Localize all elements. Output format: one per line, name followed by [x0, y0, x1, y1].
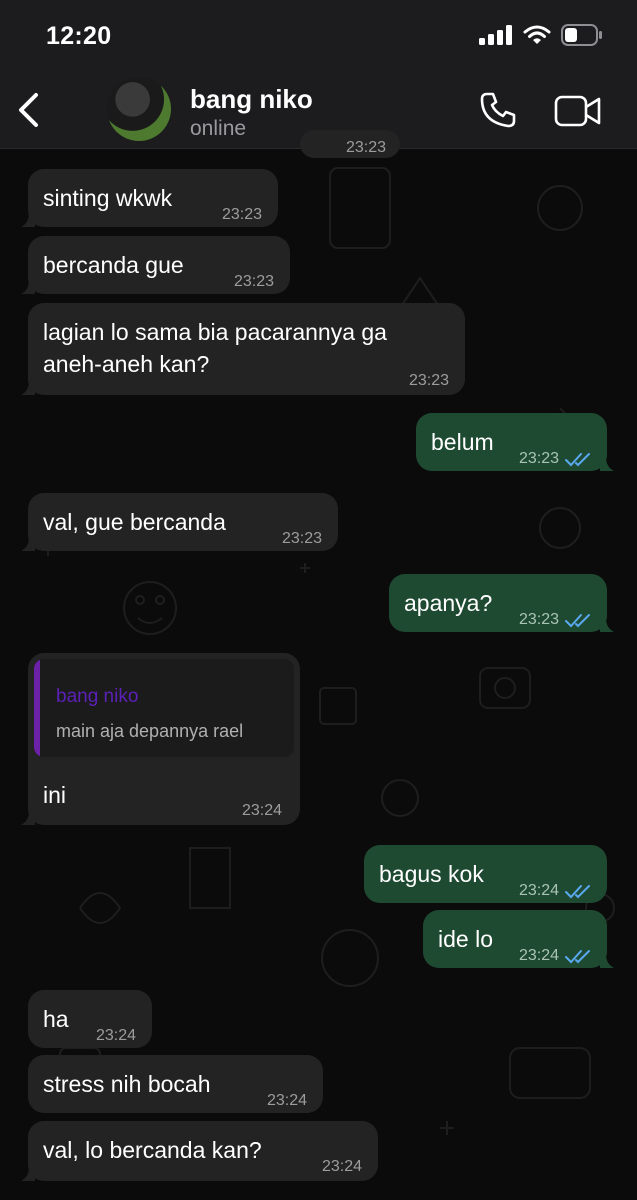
message-outgoing[interactable]: belum 23:23 — [416, 413, 614, 471]
message-text: ini — [43, 782, 67, 808]
double-check-icon — [565, 614, 590, 628]
bubble-tail — [600, 954, 614, 968]
wifi-icon — [523, 25, 551, 44]
message-text: ide lo — [438, 926, 493, 952]
message-time: 23:23 — [281, 530, 322, 547]
quoted-message[interactable]: bang niko main aja depannya rael — [34, 659, 294, 757]
message-time: 23:23 — [233, 273, 274, 290]
back-chevron-icon[interactable] — [14, 92, 44, 128]
double-check-icon — [565, 885, 590, 899]
bubble-tail — [21, 381, 35, 395]
quote-author: bang niko — [56, 686, 139, 707]
status-time: 12:20 — [46, 22, 112, 50]
message-text-line1: lagian lo sama bia pacarannya ga — [43, 319, 387, 345]
bubble-tail — [600, 618, 614, 632]
message-text: val, lo bercanda kan? — [43, 1137, 262, 1163]
message-incoming-reply[interactable]: bang niko main aja depannya rael ini 23:… — [21, 653, 300, 825]
message-outgoing[interactable]: ide lo 23:24 — [423, 910, 614, 968]
message-incoming[interactable]: sinting wkwk 23:23 — [21, 169, 278, 227]
message-time: 23:23 — [408, 372, 449, 389]
message-text: apanya? — [404, 590, 493, 616]
message-time: 23:23 — [345, 139, 386, 156]
message-time: 23:24 — [95, 1027, 136, 1044]
message-text: bercanda gue — [43, 252, 184, 278]
quote-bar — [34, 659, 40, 757]
bubble-tail — [21, 213, 35, 227]
message-text: stress nih bocah — [43, 1071, 211, 1097]
quote-text: main aja depannya rael — [56, 721, 244, 741]
bubble-tail — [21, 280, 35, 294]
message-time: 23:24 — [266, 1092, 307, 1109]
contact-status: online — [190, 117, 247, 140]
message-incoming[interactable]: stress nih bocah 23:24 — [28, 1055, 323, 1113]
message-time: 23:23 — [518, 450, 559, 467]
bubble-tail — [21, 811, 35, 825]
double-check-icon — [565, 453, 590, 467]
message-time: 23:24 — [518, 947, 559, 964]
contact-name[interactable]: bang niko — [190, 84, 313, 115]
signal-icon — [479, 25, 512, 45]
message-text: bagus kok — [379, 861, 484, 887]
bubble-tail — [21, 537, 35, 551]
bubble-tail — [21, 1167, 35, 1181]
bubble-tail — [600, 457, 614, 471]
avatar[interactable] — [107, 77, 171, 141]
video-camera-icon[interactable] — [554, 94, 602, 128]
double-check-icon — [565, 950, 590, 964]
status-bar: 12:20 — [0, 0, 637, 72]
message-time: 23:23 — [518, 611, 559, 628]
message-text: belum — [431, 429, 494, 455]
message-incoming[interactable]: ha 23:24 — [28, 990, 152, 1048]
message-incoming[interactable]: val, gue bercanda 23:23 — [21, 493, 338, 551]
message-outgoing[interactable]: bagus kok 23:24 — [364, 845, 607, 903]
message-text-line2: aneh-aneh kan? — [43, 351, 210, 377]
message-incoming[interactable]: lagian lo sama bia pacarannya ga aneh-an… — [21, 303, 465, 395]
phone-icon[interactable] — [478, 90, 518, 130]
message-time: 23:23 — [221, 206, 262, 223]
message-text: val, gue bercanda — [43, 509, 226, 535]
battery-icon — [561, 24, 602, 46]
message-partial[interactable]: 23:23 — [300, 130, 400, 158]
message-incoming[interactable]: bercanda gue 23:23 — [21, 236, 290, 294]
message-time: 23:24 — [321, 1158, 362, 1175]
message-incoming[interactable]: val, lo bercanda kan? 23:24 — [21, 1121, 378, 1181]
message-time: 23:24 — [518, 882, 559, 899]
message-text: sinting wkwk — [43, 185, 173, 211]
message-outgoing[interactable]: apanya? 23:23 — [389, 574, 614, 632]
message-time: 23:24 — [241, 802, 282, 819]
message-text: ha — [43, 1006, 69, 1032]
